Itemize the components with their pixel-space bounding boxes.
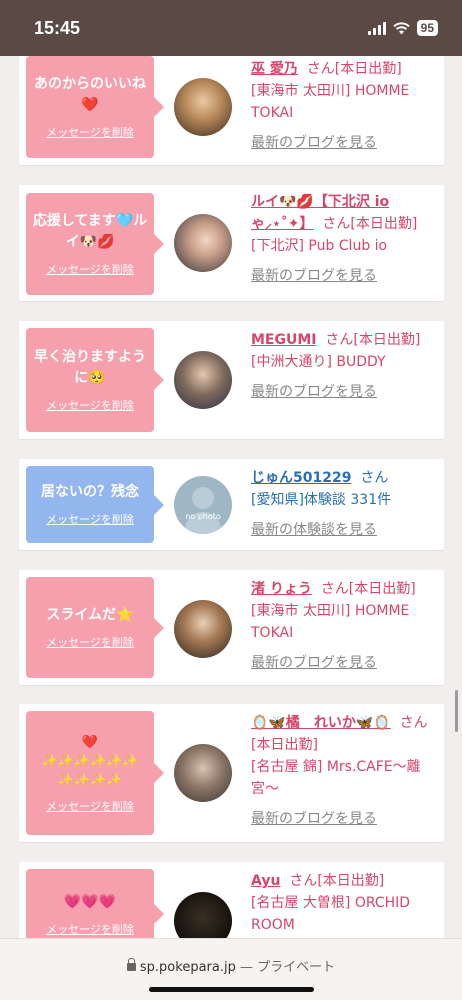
cast-info: 🪞🦋橘 れいか🦋🪞 さん[本日出勤] [名古屋 錦] Mrs.CAFE〜離宮〜 … <box>251 712 439 830</box>
latest-blog-link[interactable]: 最新のブログを見る <box>251 268 377 284</box>
status-time: 15:45 <box>34 17 81 38</box>
honorific: さん <box>289 873 318 889</box>
delete-message-link[interactable]: メッセージを削除 <box>46 798 134 814</box>
avatar[interactable] <box>174 214 232 272</box>
delete-message-link[interactable]: メッセージを削除 <box>46 511 134 527</box>
message-card: 居ないの？残念 メッセージを削除 no photo じゅん501229 さん [… <box>19 459 444 550</box>
cast-info: 渚 りょう さん[本日出勤] [東海市 太田川] HOMME TOKAI 最新の… <box>251 578 439 674</box>
message-text: 早く治りますように🥺 <box>34 349 146 386</box>
delete-message-link[interactable]: メッセージを削除 <box>46 921 134 937</box>
message-text: あのからのいいね❤️ <box>34 76 146 113</box>
honorific: さん <box>306 61 335 77</box>
shop-info: [名古屋 錦] Mrs.CAFE〜離宮〜 <box>251 759 421 797</box>
attendance-status: [本日出勤] <box>251 737 318 753</box>
honorific: さん <box>360 470 389 486</box>
message-feed[interactable]: あのからのいいね❤️ メッセージを削除 巫 愛乃 さん[本日出勤] [東海市 太… <box>0 56 462 938</box>
cast-info: じゅん501229 さん [愛知県]体験談 331件 最新の体験談を見る <box>251 467 439 541</box>
cast-info: 巫 愛乃 さん[本日出勤] [東海市 太田川] HOMME TOKAI 最新のブ… <box>251 58 439 154</box>
cast-name-link[interactable]: 🪞🦋橘 れいか🦋🪞 <box>251 715 391 731</box>
review-info: [愛知県]体験談 331件 <box>251 492 392 508</box>
message-card: 💗💗💗 メッセージを削除 Ayu さん[本日出勤] [名古屋 大曽根] ORCH… <box>19 862 444 938</box>
url-display[interactable]: sp.pokepara.jp — プライベート <box>0 956 462 975</box>
scroll-indicator[interactable] <box>455 690 458 732</box>
message-text: 💗💗💗 <box>63 893 117 910</box>
message-bubble: ❤️ ✨✨✨✨✨✨ ✨✨✨✨ メッセージを削除 <box>26 711 164 835</box>
message-bubble: 応援してます🩵ルイ🐶💋 メッセージを削除 <box>26 193 164 295</box>
attendance-status: [本日出勤] <box>353 332 421 348</box>
shop-info: [下北沢] Pub Club io <box>251 238 388 254</box>
avatar[interactable] <box>174 744 232 802</box>
shop-info: [東海市 太田川] HOMME TOKAI <box>251 603 410 641</box>
url-domain: sp.pokepara.jp <box>139 960 236 975</box>
message-text: 居ないの？残念 <box>41 484 139 500</box>
cast-info: ルイ🐶💋【下北沢 io ゃ⸝⋆˚✦】 さん[本日出勤] [下北沢] Pub Cl… <box>251 191 439 287</box>
delete-message-link[interactable]: メッセージを削除 <box>46 634 134 650</box>
honorific: さん <box>320 581 349 597</box>
battery-icon: 95 <box>416 20 438 36</box>
shop-info: [東海市 太田川] HOMME TOKAI <box>251 83 410 121</box>
cast-name-link[interactable]: MEGUMI <box>251 332 317 348</box>
message-card: ❤️ ✨✨✨✨✨✨ ✨✨✨✨ メッセージを削除 🪞🦋橘 れいか🦋🪞 さん [本日出… <box>19 704 444 842</box>
latest-blog-link[interactable]: 最新のブログを見る <box>251 655 377 671</box>
honorific: さん <box>322 216 351 232</box>
shop-info: [名古屋 大曽根] ORCHID ROOM <box>251 895 411 933</box>
latest-blog-link[interactable]: 最新のブログを見る <box>251 135 377 151</box>
avatar[interactable] <box>174 351 232 409</box>
message-text: ❤️ ✨✨✨✨✨✨ ✨✨✨✨ <box>41 734 139 788</box>
message-card: スライムだ⭐️ メッセージを削除 渚 りょう さん[本日出勤] [東海市 太田川… <box>19 570 444 685</box>
browser-url-bar[interactable]: sp.pokepara.jp — プライベート <box>0 938 462 1000</box>
delete-message-link[interactable]: メッセージを削除 <box>46 261 134 277</box>
avatar[interactable] <box>174 892 232 938</box>
avatar[interactable]: no photo <box>174 476 232 534</box>
message-card: 応援してます🩵ルイ🐶💋 メッセージを削除 ルイ🐶💋【下北沢 io ゃ⸝⋆˚✦】 … <box>19 185 444 301</box>
attendance-status: [本日出勤] <box>350 216 418 232</box>
message-text: スライムだ⭐️ <box>46 607 134 623</box>
lock-icon <box>126 958 136 971</box>
cast-info: MEGUMI さん[本日出勤] [中洲大通り] BUDDY 最新のブログを見る <box>251 329 439 403</box>
attendance-status: [本日出勤] <box>317 873 385 889</box>
no-photo-label: no photo <box>185 511 221 521</box>
honorific: さん <box>325 332 354 348</box>
status-bar: 15:45 95 <box>0 0 462 56</box>
message-bubble: スライムだ⭐️ メッセージを削除 <box>26 577 164 678</box>
no-photo-silhouette-icon <box>184 487 222 534</box>
cast-name-link[interactable]: Ayu <box>251 873 280 889</box>
attendance-status: [本日出勤] <box>334 61 402 77</box>
message-card: 早く治りますように🥺 メッセージを削除 MEGUMI さん[本日出勤] [中洲大… <box>19 321 444 439</box>
latest-blog-link[interactable]: 最新のブログを見る <box>251 811 377 827</box>
avatar[interactable] <box>174 78 232 136</box>
private-label: — プライベート <box>235 960 336 975</box>
cast-name-link[interactable]: 渚 りょう <box>251 581 312 597</box>
message-bubble: 💗💗💗 メッセージを削除 <box>26 869 164 938</box>
latest-blog-link[interactable]: 最新のブログを見る <box>251 384 377 400</box>
delete-message-link[interactable]: メッセージを削除 <box>46 397 134 413</box>
home-indicator[interactable] <box>149 987 314 992</box>
honorific: さん <box>399 715 428 731</box>
cast-info: Ayu さん[本日出勤] [名古屋 大曽根] ORCHID ROOM <box>251 870 439 936</box>
wifi-icon <box>392 21 410 34</box>
message-bubble: 早く治りますように🥺 メッセージを削除 <box>26 328 164 432</box>
shop-info: [中洲大通り] BUDDY <box>251 354 386 370</box>
avatar[interactable] <box>174 600 232 658</box>
latest-review-link[interactable]: 最新の体験談を見る <box>251 522 377 538</box>
user-name-link[interactable]: じゅん501229 <box>251 470 351 486</box>
delete-message-link[interactable]: メッセージを削除 <box>46 124 134 140</box>
message-card: あのからのいいね❤️ メッセージを削除 巫 愛乃 さん[本日出勤] [東海市 太… <box>19 56 444 165</box>
attendance-status: [本日出勤] <box>348 581 416 597</box>
message-text: 応援してます🩵ルイ🐶💋 <box>32 213 148 250</box>
message-bubble: あのからのいいね❤️ メッセージを削除 <box>26 56 164 158</box>
signal-icon <box>367 21 386 35</box>
cast-name-link[interactable]: 巫 愛乃 <box>251 61 298 77</box>
status-icons: 95 <box>367 20 438 36</box>
message-bubble: 居ないの？残念 メッセージを削除 <box>26 466 164 543</box>
